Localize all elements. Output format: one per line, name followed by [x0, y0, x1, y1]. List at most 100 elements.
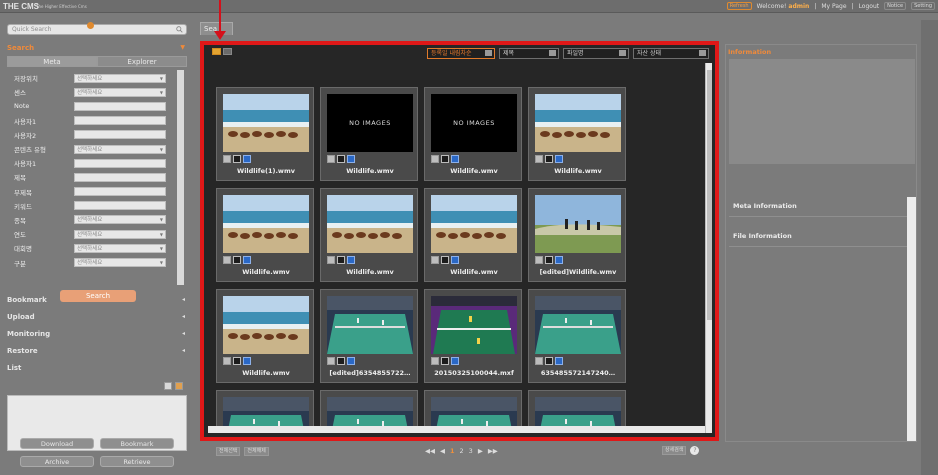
- asset-card[interactable]: NO IMAGES Wildlife.wmv: [320, 87, 418, 181]
- view-icon[interactable]: [233, 357, 241, 365]
- field-select[interactable]: 선택하세요: [74, 258, 166, 268]
- view-icon[interactable]: [337, 155, 345, 163]
- select-all-button[interactable]: 전체선택: [216, 447, 241, 456]
- help-icon[interactable]: ?: [690, 446, 700, 455]
- prev-page-button[interactable]: ◀: [440, 447, 445, 455]
- field-input[interactable]: [74, 101, 166, 111]
- sort-select[interactable]: 등록일 내림차순: [427, 48, 495, 59]
- scrollbar-thumb[interactable]: [707, 70, 712, 320]
- page-3[interactable]: 3: [469, 447, 473, 455]
- info-icon[interactable]: [451, 155, 459, 163]
- info-icon[interactable]: [555, 357, 563, 365]
- asset-card[interactable]: 635485572147240…: [528, 289, 626, 383]
- list-add-icon[interactable]: [164, 382, 172, 390]
- quick-search-input[interactable]: Quick Search: [7, 24, 187, 35]
- checkbox-icon[interactable]: [431, 357, 439, 365]
- logout-link[interactable]: Logout: [859, 3, 880, 10]
- info-scrollbar[interactable]: [907, 197, 916, 441]
- view-icon[interactable]: [545, 155, 553, 163]
- field-select[interactable]: 선택하세요: [74, 73, 166, 83]
- list-view-icon[interactable]: [223, 48, 232, 55]
- asset-thumbnail[interactable]: [535, 195, 621, 253]
- asset-card[interactable]: Wildlife(1).wmv: [216, 87, 314, 181]
- asset-thumbnail[interactable]: [223, 94, 309, 152]
- page-scrollbar[interactable]: [921, 20, 938, 475]
- filename-filter[interactable]: 파일명: [563, 48, 629, 59]
- checkbox-icon[interactable]: [223, 357, 231, 365]
- asset-card[interactable]: [edited]Wildlife.wmv: [528, 188, 626, 282]
- first-page-button[interactable]: ◀◀: [425, 447, 435, 455]
- info-icon[interactable]: [347, 256, 355, 264]
- checkbox-icon[interactable]: [223, 256, 231, 264]
- grid-vertical-scrollbar[interactable]: [705, 63, 712, 433]
- view-icon[interactable]: [545, 357, 553, 365]
- checkbox-icon[interactable]: [431, 155, 439, 163]
- tab-meta[interactable]: Meta: [7, 56, 97, 67]
- asset-card[interactable]: Wildlife.wmv: [216, 289, 314, 383]
- grid-view-icon[interactable]: [212, 48, 221, 55]
- asset-card[interactable]: Wildlife.wmv: [424, 188, 522, 282]
- checkbox-icon[interactable]: [223, 155, 231, 163]
- field-select[interactable]: 선택하세요: [74, 229, 166, 239]
- checkbox-icon[interactable]: [327, 256, 335, 264]
- view-icon[interactable]: [441, 357, 449, 365]
- checkbox-icon[interactable]: [431, 256, 439, 264]
- field-select[interactable]: 선택하세요: [74, 87, 166, 97]
- asset-card[interactable]: Wildlife.wmv: [528, 87, 626, 181]
- asset-thumbnail[interactable]: [223, 195, 309, 253]
- view-icon[interactable]: [441, 256, 449, 264]
- next-page-button[interactable]: ▶: [478, 447, 483, 455]
- field-input[interactable]: [74, 158, 166, 168]
- asset-card[interactable]: Wildlife.wmv: [216, 188, 314, 282]
- checkbox-icon[interactable]: [327, 155, 335, 163]
- field-input[interactable]: [74, 116, 166, 126]
- field-select[interactable]: 선택하세요: [74, 215, 166, 225]
- info-icon[interactable]: [555, 155, 563, 163]
- list-section-header[interactable]: List: [7, 364, 187, 372]
- info-icon[interactable]: [451, 357, 459, 365]
- asset-thumbnail[interactable]: [327, 296, 413, 354]
- field-select[interactable]: 선택하세요: [74, 243, 166, 253]
- archive-button[interactable]: Archive: [20, 456, 94, 467]
- info-icon[interactable]: [347, 357, 355, 365]
- info-icon[interactable]: [451, 256, 459, 264]
- field-input[interactable]: [74, 130, 166, 140]
- title-filter[interactable]: 제목: [499, 48, 559, 59]
- bookmark-button[interactable]: Bookmark: [100, 438, 174, 449]
- bookmark-section-header[interactable]: Bookmark ◂: [7, 296, 187, 304]
- asset-card[interactable]: 20150325100044.mxf: [424, 289, 522, 383]
- view-icon[interactable]: [441, 155, 449, 163]
- info-icon[interactable]: [243, 256, 251, 264]
- view-icon[interactable]: [337, 357, 345, 365]
- field-input[interactable]: [74, 187, 166, 197]
- download-button[interactable]: Download: [20, 438, 94, 449]
- retrieve-button[interactable]: Retrieve: [100, 456, 174, 467]
- asset-thumbnail[interactable]: [223, 296, 309, 354]
- asset-thumbnail[interactable]: [431, 195, 517, 253]
- asset-thumbnail[interactable]: [327, 195, 413, 253]
- detail-search-button[interactable]: 상세검색: [662, 446, 687, 455]
- restore-section-header[interactable]: Restore ◂: [7, 347, 187, 355]
- asset-thumbnail[interactable]: [535, 94, 621, 152]
- asset-thumbnail[interactable]: NO IMAGES: [327, 94, 413, 152]
- grid-horizontal-scrollbar[interactable]: [208, 426, 705, 433]
- status-filter[interactable]: 자산 상태: [633, 48, 709, 59]
- info-icon[interactable]: [243, 155, 251, 163]
- asset-card[interactable]: NO IMAGES Wildlife.wmv: [424, 87, 522, 181]
- meta-information-section[interactable]: Meta Information: [729, 195, 907, 217]
- upload-section-header[interactable]: Upload ◂: [7, 313, 187, 321]
- field-select[interactable]: 선택하세요: [74, 144, 166, 154]
- checkbox-icon[interactable]: [327, 357, 335, 365]
- file-information-section[interactable]: File Information: [729, 225, 907, 247]
- search-icon[interactable]: [176, 26, 183, 33]
- form-scrollbar[interactable]: [177, 70, 184, 285]
- tab-explorer[interactable]: Explorer: [97, 56, 187, 67]
- info-icon[interactable]: [347, 155, 355, 163]
- search-section-header[interactable]: Search ▼: [7, 44, 187, 52]
- info-icon[interactable]: [243, 357, 251, 365]
- asset-card[interactable]: Wildlife.wmv: [320, 188, 418, 282]
- page-1[interactable]: 1: [450, 447, 455, 455]
- list-menu-icon[interactable]: [175, 382, 183, 390]
- asset-card[interactable]: [edited]6354855722…: [320, 289, 418, 383]
- view-icon[interactable]: [233, 155, 241, 163]
